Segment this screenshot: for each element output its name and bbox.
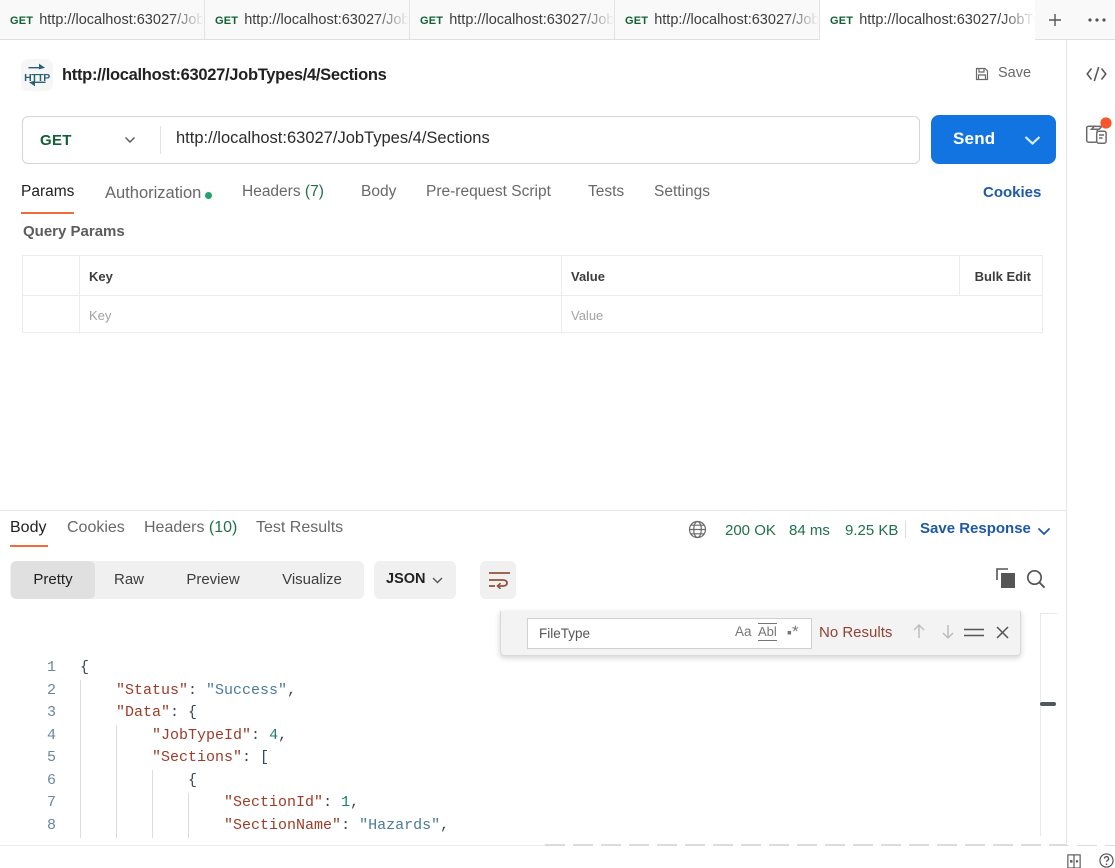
svg-text:HTTP: HTTP — [24, 72, 50, 84]
